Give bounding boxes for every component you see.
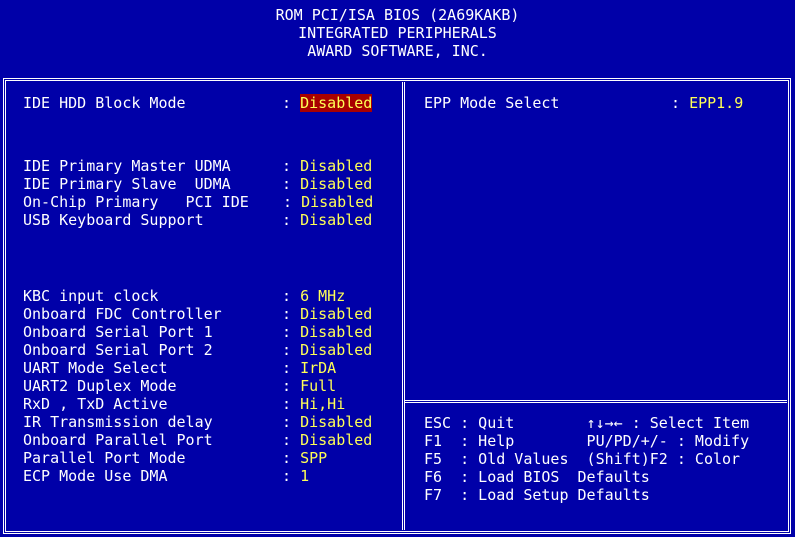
- setting-separator: :: [273, 449, 301, 467]
- setting-rxd-txd-active[interactable]: RxD , TxD Active : Hi,Hi: [23, 395, 345, 413]
- setting-onboard-fdc-controller[interactable]: Onboard FDC Controller : Disabled: [23, 305, 372, 323]
- setting-onboard-serial-port-1[interactable]: Onboard Serial Port 1 : Disabled: [23, 323, 372, 341]
- bios-header: ROM PCI/ISA BIOS (2A69KAKB) INTEGRATED P…: [0, 0, 795, 66]
- panel-divider-vertical: [402, 82, 405, 530]
- setting-label: IDE Primary Slave UDMA: [23, 175, 231, 193]
- setting-label: KBC input clock: [23, 287, 159, 305]
- setting-label: ECP Mode Use DMA: [23, 467, 168, 485]
- setting-onboard-parallel-port[interactable]: Onboard Parallel Port : Disabled: [23, 431, 372, 449]
- setting-label: IDE Primary Master UDMA: [23, 157, 231, 175]
- help-line-f1: F1 : Help PU/PD/+/- : Modify: [424, 432, 750, 450]
- help-line-f6: F6 : Load BIOS Defaults: [424, 468, 650, 486]
- setting-label: Onboard FDC Controller: [23, 305, 222, 323]
- setting-label: Onboard Serial Port 1: [23, 323, 213, 341]
- setting-separator: :: [273, 431, 301, 449]
- setting-label: Onboard Parallel Port: [23, 431, 213, 449]
- setting-value[interactable]: Disabled: [300, 175, 372, 193]
- setting-value[interactable]: Disabled: [300, 431, 372, 449]
- setting-value[interactable]: 6 MHz: [300, 287, 345, 305]
- setting-separator: :: [273, 305, 301, 323]
- setting-value[interactable]: Disabled: [300, 211, 372, 229]
- setting-label: UART Mode Select: [23, 359, 168, 377]
- setting-ide-primary-slave-udma[interactable]: IDE Primary Slave UDMA : Disabled: [23, 175, 372, 193]
- setting-separator: :: [273, 413, 301, 431]
- setting-value[interactable]: EPP1.9: [689, 94, 743, 112]
- setting-value[interactable]: Disabled: [300, 323, 372, 341]
- help-line-esc: ESC : Quit ↑↓→← : Select Item: [424, 414, 750, 432]
- setting-value[interactable]: Disabled: [301, 193, 373, 211]
- setting-separator: :: [273, 323, 301, 341]
- setting-value[interactable]: 1: [300, 467, 309, 485]
- setting-separator: :: [273, 94, 301, 112]
- setting-value[interactable]: Disabled: [300, 341, 372, 359]
- setting-label: Parallel Port Mode: [23, 449, 186, 467]
- setting-label: Onboard Serial Port 2: [23, 341, 213, 359]
- panel-divider-horizontal: [405, 400, 787, 403]
- bios-title: ROM PCI/ISA BIOS (2A69KAKB): [275, 6, 520, 24]
- setting-kbc-input-clock[interactable]: KBC input clock : 6 MHz: [23, 287, 345, 305]
- setting-label: IR Transmission delay: [23, 413, 213, 431]
- setting-label: USB Keyboard Support: [23, 211, 204, 229]
- setting-separator: :: [273, 211, 301, 229]
- setting-value[interactable]: IrDA: [300, 359, 336, 377]
- setting-ide-primary-master-udma[interactable]: IDE Primary Master UDMA : Disabled: [23, 157, 372, 175]
- setting-separator: :: [273, 287, 301, 305]
- setting-on-chip-primary-pci-ide[interactable]: On-Chip Primary PCI IDE: Disabled: [23, 193, 373, 211]
- setting-separator: :: [273, 157, 301, 175]
- help-line-f7: F7 : Load Setup Defaults: [424, 486, 650, 504]
- setting-parallel-port-mode[interactable]: Parallel Port Mode : SPP: [23, 449, 327, 467]
- setting-separator: :: [671, 94, 690, 112]
- setting-label: UART2 Duplex Mode: [23, 377, 177, 395]
- setting-label: IDE HDD Block Mode: [23, 94, 186, 112]
- setting-ir-transmission-delay[interactable]: IR Transmission delay : Disabled: [23, 413, 372, 431]
- setting-ide-hdd-block-mode[interactable]: IDE HDD Block Mode : Disabled: [23, 94, 373, 112]
- setting-value[interactable]: Disabled: [300, 305, 372, 323]
- setting-separator: :: [273, 341, 301, 359]
- setting-value[interactable]: Full: [300, 377, 336, 395]
- help-line-f5: F5 : Old Values (Shift)F2 : Color: [424, 450, 741, 468]
- setting-label: On-Chip Primary PCI IDE: [23, 193, 249, 211]
- setting-onboard-serial-port-2[interactable]: Onboard Serial Port 2 : Disabled: [23, 341, 372, 359]
- setting-ecp-mode-use-dma[interactable]: ECP Mode Use DMA : 1: [23, 467, 309, 485]
- setting-value[interactable]: Disabled: [300, 157, 372, 175]
- vendor-name: AWARD SOFTWARE, INC.: [307, 42, 488, 60]
- setting-uart-mode-select[interactable]: UART Mode Select : IrDA: [23, 359, 336, 377]
- setting-separator: :: [273, 377, 301, 395]
- setting-value[interactable]: SPP: [300, 449, 327, 467]
- setting-separator: :: [273, 395, 301, 413]
- setting-label: RxD , TxD Active: [23, 395, 168, 413]
- setting-value[interactable]: Hi,Hi: [300, 395, 345, 413]
- setting-value[interactable]: Disabled: [300, 94, 373, 112]
- setting-value[interactable]: Disabled: [300, 413, 372, 431]
- setting-usb-keyboard-support[interactable]: USB Keyboard Support : Disabled: [23, 211, 372, 229]
- setting-uart2-duplex-mode[interactable]: UART2 Duplex Mode : Full: [23, 377, 336, 395]
- setting-separator: :: [273, 359, 301, 377]
- setting-label: EPP Mode Select: [424, 94, 560, 112]
- page-title: INTEGRATED PERIPHERALS: [298, 24, 497, 42]
- setting-separator: :: [283, 193, 302, 211]
- setting-epp-mode-select[interactable]: EPP Mode Select: EPP1.9: [424, 94, 743, 112]
- setting-separator: :: [273, 175, 301, 193]
- setting-separator: :: [273, 467, 301, 485]
